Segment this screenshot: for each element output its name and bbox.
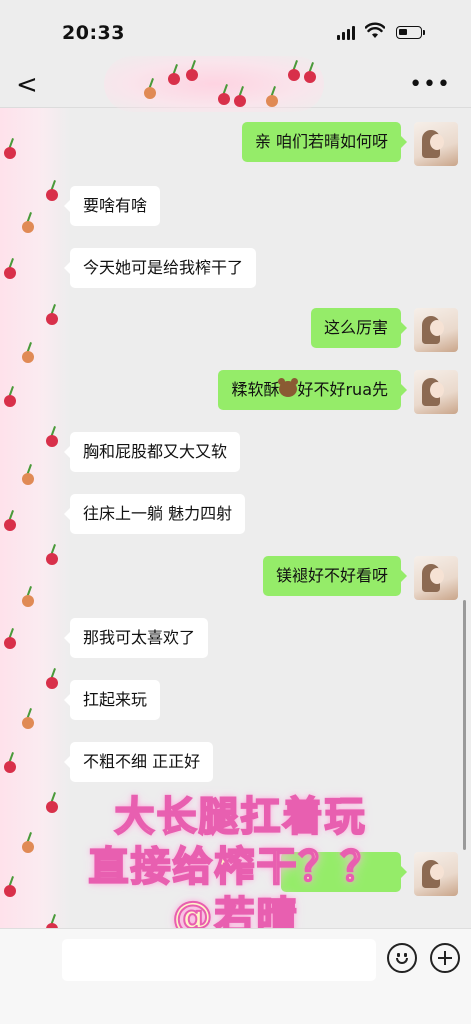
back-icon[interactable]: < (16, 70, 38, 100)
message-bubble[interactable]: 镁褪好不好看呀 (262, 556, 408, 596)
avatar[interactable] (414, 852, 458, 896)
message-sent: 镁褪好不好看呀 (262, 556, 408, 596)
message-bubble[interactable]: 那我可太喜欢了 (63, 618, 209, 658)
chat-title-sticker (104, 56, 324, 112)
cellular-signal-icon (337, 26, 355, 40)
message-received: 扛起来玩 (63, 680, 161, 720)
message-input[interactable] (62, 939, 376, 981)
status-bar: 20:33 (0, 0, 471, 64)
message-received: 今天她可是给我榨干了 (63, 248, 257, 288)
message-bubble[interactable]: 这么厉害 (310, 308, 408, 348)
message-received: 不粗不细 正正好 (63, 742, 214, 782)
message-bubble[interactable]: 胸和屁股都又大又软 (63, 432, 241, 472)
bear-emoji-icon (278, 378, 299, 397)
avatar[interactable] (414, 308, 458, 352)
message-bubble[interactable] (281, 852, 407, 892)
message-text: 好不好rua先 (297, 380, 388, 399)
chat-header: < ••• (0, 56, 471, 112)
message-sent: 这么厉害 (310, 308, 408, 348)
message-bubble[interactable]: 扛起来玩 (63, 680, 161, 720)
message-sent: 亲 咱们若晴如何呀 (241, 122, 408, 162)
smile-icon[interactable] (387, 943, 417, 973)
avatar[interactable] (414, 370, 458, 414)
battery-icon (396, 26, 425, 39)
message-received: 胸和屁股都又大又软 (63, 432, 241, 472)
scrollbar[interactable] (463, 600, 466, 850)
message-bubble[interactable]: 糅软酥 好不好rua先 (218, 370, 407, 410)
more-options-icon[interactable]: ••• (409, 72, 451, 97)
message-bubble[interactable]: 不粗不细 正正好 (63, 742, 214, 782)
message-received: 往床上一躺 魅力四射 (63, 494, 246, 534)
message-list[interactable]: 亲 咱们若晴如何呀 要啥有啥 今天她可是给我榨干了 这么厉害 糅软酥 好不好rua… (0, 108, 471, 928)
message-received: 要啥有啥 (63, 186, 161, 226)
wifi-icon (365, 22, 385, 38)
message-bubble[interactable]: 亲 咱们若晴如何呀 (241, 122, 408, 162)
avatar[interactable] (414, 556, 458, 600)
message-bubble[interactable]: 往床上一躺 魅力四射 (63, 494, 246, 534)
status-time: 20:33 (62, 22, 125, 44)
message-text: 糅软酥 (231, 380, 280, 399)
plus-icon[interactable] (430, 943, 460, 973)
message-bubble[interactable]: 要啥有啥 (63, 186, 161, 226)
message-sent (281, 852, 407, 892)
avatar[interactable] (414, 122, 458, 166)
message-received: 那我可太喜欢了 (63, 618, 209, 658)
message-sent: 糅软酥 好不好rua先 (218, 370, 407, 410)
input-bar (0, 928, 471, 1024)
message-bubble[interactable]: 今天她可是给我榨干了 (63, 248, 257, 288)
